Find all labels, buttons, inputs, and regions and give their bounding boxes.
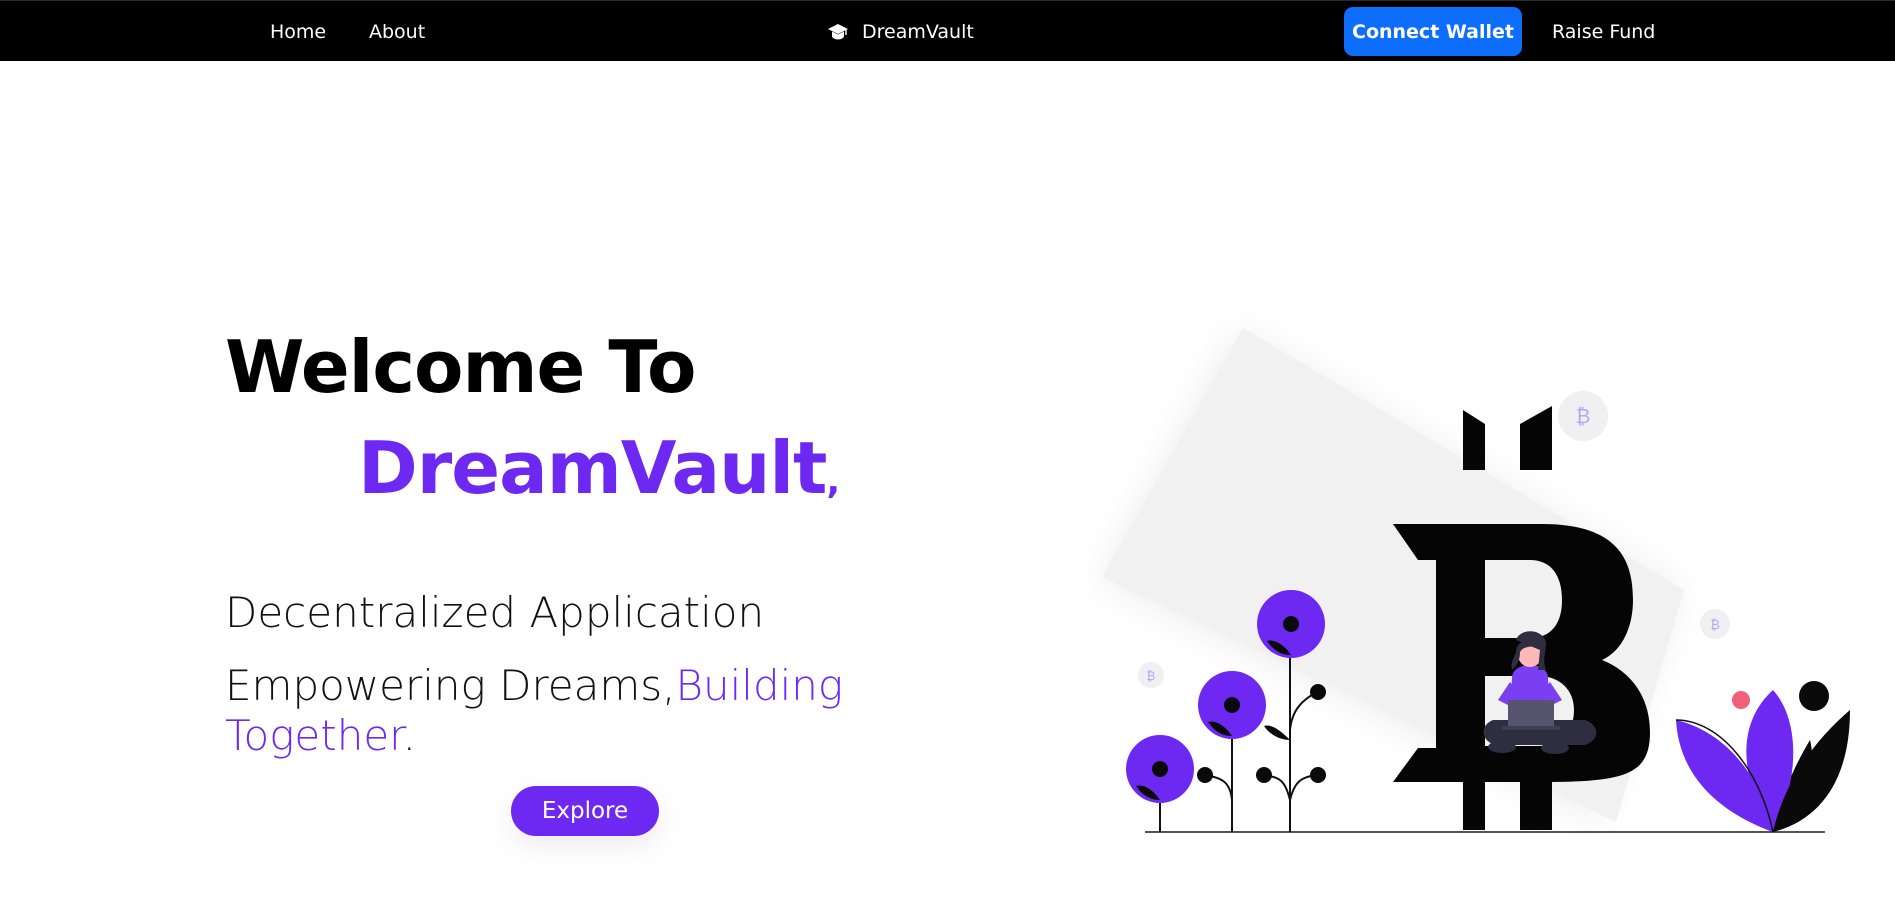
svg-text:₿: ₿	[1710, 618, 1720, 633]
hero-brand-name: DreamVault,	[358, 424, 840, 526]
graduation-cap-icon	[826, 20, 850, 44]
bitcoin-coin-icon: ₿	[1700, 609, 1730, 639]
bitcoin-coin-icon: ₿	[1558, 391, 1608, 441]
hero-brand-text: DreamVault	[358, 426, 827, 510]
svg-text:₿: ₿	[1576, 404, 1591, 428]
tagline-end: .	[402, 711, 416, 760]
hero-tagline: Empowering Dreams,Building Together.	[225, 661, 845, 761]
explore-button[interactable]: Explore	[511, 786, 659, 836]
hero-title: Welcome To	[225, 325, 696, 409]
hero-illustration: ₿ ₿ ₿	[1080, 300, 1880, 860]
brand-name: DreamVault	[862, 20, 974, 43]
brand-logo[interactable]: DreamVault	[826, 1, 974, 62]
bitcoin-coin-icon: ₿	[1138, 662, 1164, 688]
nav-raise-fund-link[interactable]: Raise Fund	[1552, 1, 1655, 62]
pink-dot	[1732, 691, 1750, 709]
hero-subtitle: Decentralized Application	[225, 588, 765, 637]
svg-text:₿: ₿	[1147, 669, 1156, 683]
crypto-illustration: ₿ ₿ ₿	[1100, 328, 1850, 833]
navbar: Home About DreamVault Connect Wallet Rai…	[0, 0, 1895, 61]
nav-home-link[interactable]: Home	[270, 1, 326, 62]
nav-about-link[interactable]: About	[369, 1, 425, 62]
connect-wallet-button[interactable]: Connect Wallet	[1344, 7, 1522, 56]
hero-brand-comma: ,	[826, 461, 840, 502]
tagline-part1: Empowering Dreams,	[225, 661, 676, 710]
flower-plant-right	[1675, 681, 1850, 833]
